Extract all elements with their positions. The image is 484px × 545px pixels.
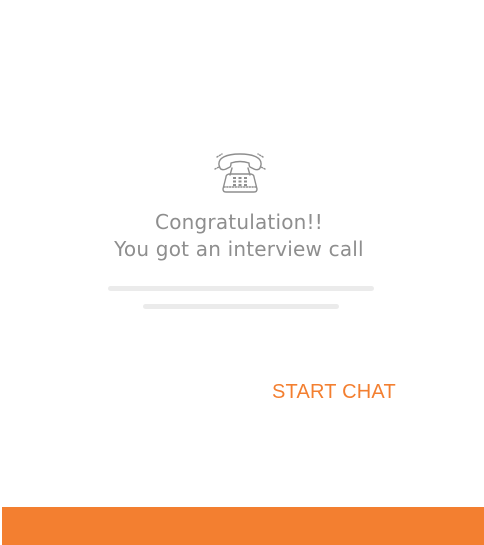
loading-placeholder-line <box>108 286 374 291</box>
congratulation-title: Congratulation!! <box>155 210 323 234</box>
start-chat-button[interactable]: START CHAT <box>266 377 402 407</box>
telephone-icon <box>214 153 266 193</box>
interview-call-message: You got an interview call <box>114 237 364 261</box>
loading-placeholder-line <box>143 304 339 309</box>
bottom-action-bar[interactable] <box>2 507 484 545</box>
interview-call-screen: Congratulation!! You got an interview ca… <box>0 0 484 545</box>
